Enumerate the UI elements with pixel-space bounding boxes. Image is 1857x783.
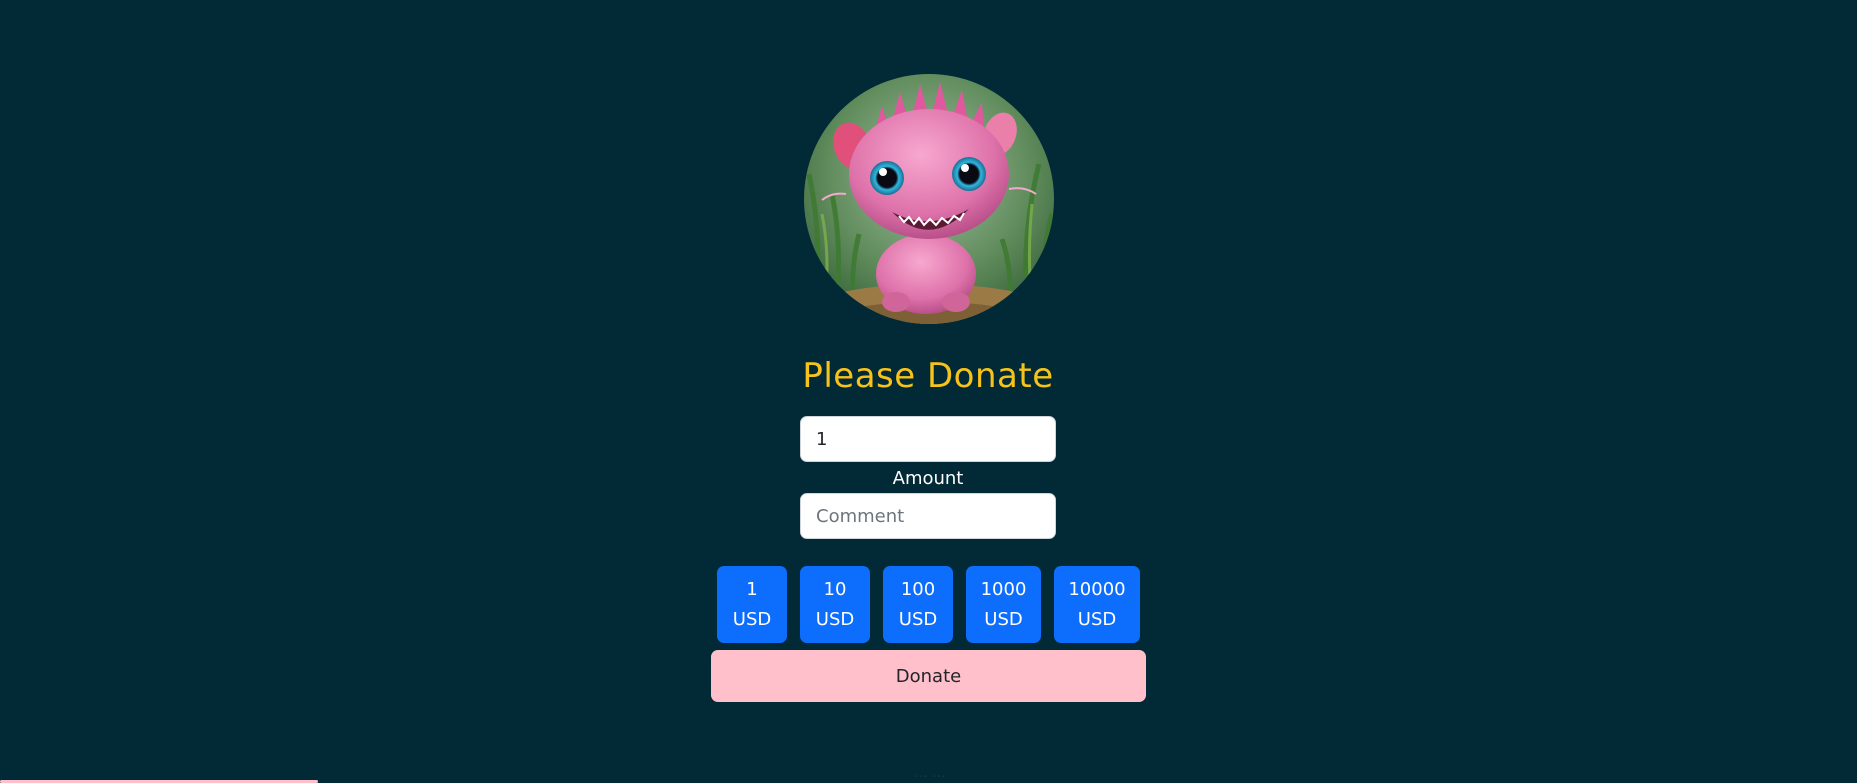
preset-currency: USD	[1077, 608, 1117, 630]
preset-currency: USD	[732, 608, 772, 630]
avatar	[804, 74, 1054, 324]
preset-1000-usd-button[interactable]: 1000 USD	[966, 566, 1041, 643]
preset-currency: USD	[898, 608, 938, 630]
preset-10-usd-button[interactable]: 10 USD	[800, 566, 870, 643]
page-title: Please Donate	[802, 356, 1054, 396]
donate-button[interactable]: Donate	[711, 650, 1146, 702]
page: Please Donate Amount 1 USD 10 USD 100 US…	[0, 0, 1857, 783]
preset-currency: USD	[984, 608, 1023, 630]
comment-input[interactable]	[800, 493, 1056, 539]
creature-avatar-image	[804, 74, 1054, 324]
preset-amount: 1000	[980, 578, 1027, 600]
preset-amount: 10	[823, 578, 847, 600]
preset-1-usd-button[interactable]: 1 USD	[717, 566, 787, 643]
amount-label: Amount	[892, 468, 964, 489]
footer-text: ... ...	[914, 765, 946, 781]
preset-amount: 10000	[1068, 578, 1126, 600]
preset-amount: 1	[746, 578, 758, 600]
preset-100-usd-button[interactable]: 100 USD	[883, 566, 953, 643]
amount-input[interactable]	[800, 416, 1056, 462]
preset-10000-usd-button[interactable]: 10000 USD	[1054, 566, 1140, 643]
preset-amount: 100	[900, 578, 936, 600]
preset-currency: USD	[815, 608, 855, 630]
